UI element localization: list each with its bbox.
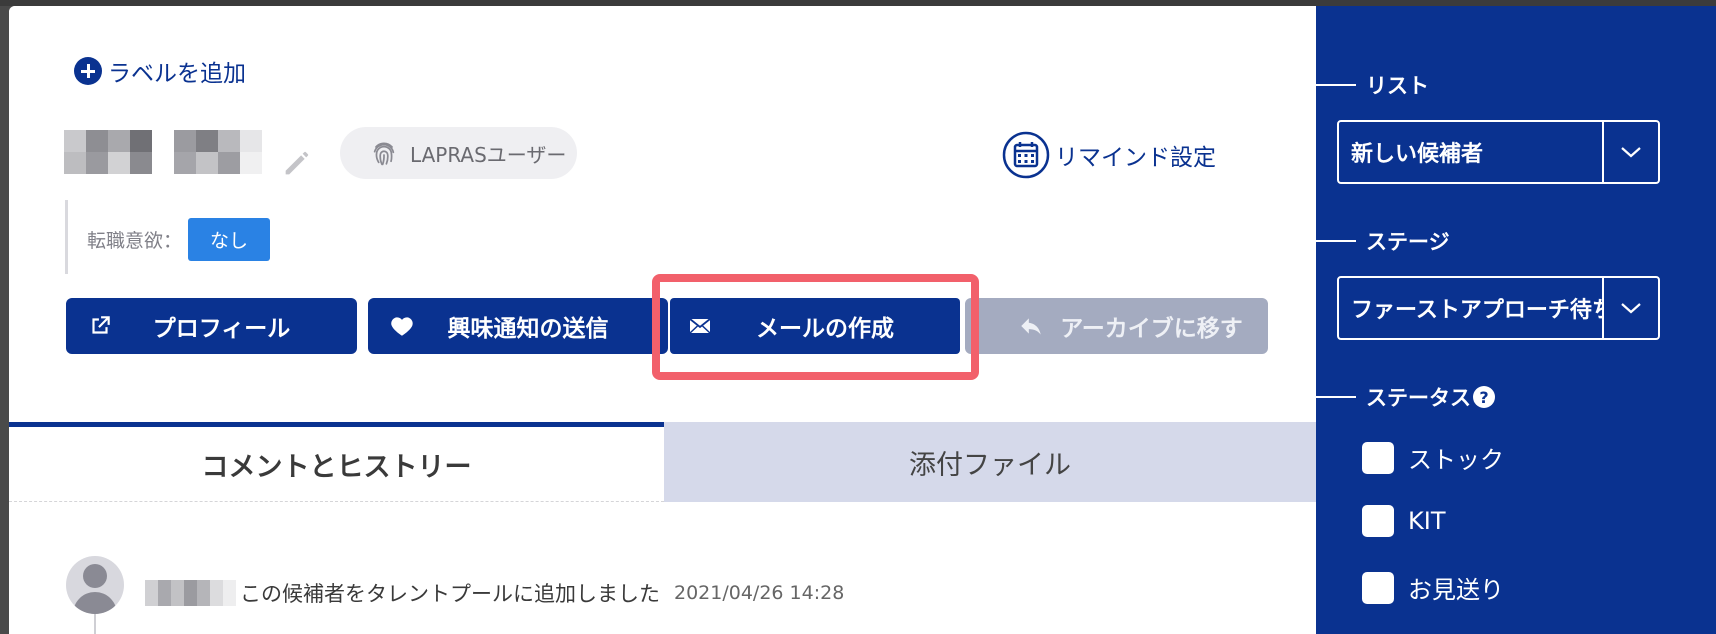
stage-heading: ステージ	[1316, 226, 1450, 256]
tab-comments-history-label: コメントとヒストリー	[201, 451, 472, 483]
stage-select[interactable]: ファーストアプローチ待ち	[1337, 276, 1660, 340]
list-heading-label: リスト	[1366, 74, 1429, 98]
remind-setting-label: リマインド設定	[1055, 145, 1216, 171]
mail-icon	[689, 318, 711, 334]
status-heading: ステータス ?	[1316, 382, 1495, 412]
list-heading: リスト	[1316, 70, 1429, 100]
candidate-main-panel: ラベルを追加 LAPRASユーザー リマインド設定 転職意欲： なし プロフィー…	[9, 6, 1316, 634]
help-question-icon[interactable]: ?	[1473, 386, 1495, 408]
send-interest-button[interactable]: 興味通知の送信	[368, 298, 668, 354]
stage-heading-label: ステージ	[1366, 230, 1450, 254]
avatar	[66, 556, 124, 614]
candidate-name-redacted-row2	[64, 152, 262, 174]
kit-checkbox[interactable]	[1362, 505, 1394, 537]
decline-checkbox[interactable]	[1362, 571, 1394, 604]
chevron-down-icon	[1602, 278, 1658, 338]
intent-divider	[65, 200, 68, 274]
user-name-redacted	[145, 580, 236, 606]
intent-label: 転職意欲：	[87, 230, 183, 252]
add-label-button[interactable]: ラベルを追加	[74, 54, 246, 88]
stock-checkbox[interactable]	[1362, 441, 1394, 474]
tab-attachments[interactable]: 添付ファイル	[664, 422, 1316, 502]
fingerprint-icon	[373, 142, 395, 166]
remind-setting-button[interactable]: リマインド設定	[1001, 130, 1216, 180]
lapras-chip-label: LAPRASユーザー	[410, 142, 567, 167]
history-timestamp: 2021/04/26 14:28	[674, 582, 845, 604]
tab-bar: コメントとヒストリー 添付ファイル	[9, 422, 1316, 502]
plus-circle-icon	[74, 57, 102, 85]
profile-button[interactable]: プロフィール	[66, 298, 357, 354]
history-thread-line	[94, 614, 96, 634]
tab-attachments-label: 添付ファイル	[909, 449, 1071, 481]
compose-mail-label: メールの作成	[756, 316, 894, 342]
status-heading-label: ステータス	[1366, 386, 1471, 410]
heart-icon	[391, 317, 413, 336]
kit-label: KIT	[1408, 507, 1446, 535]
calendar-icon	[1002, 131, 1050, 179]
edit-pencil-icon[interactable]	[280, 146, 314, 180]
decline-label: お見送り	[1408, 576, 1504, 604]
archive-button[interactable]: アーカイブに移す	[965, 298, 1268, 354]
archive-button-label: アーカイブに移す	[1060, 316, 1243, 342]
status-option-kit[interactable]: KIT	[1362, 505, 1445, 537]
compose-mail-button[interactable]: メールの作成	[670, 298, 960, 354]
candidate-modal: ラベルを追加 LAPRASユーザー リマインド設定 転職意欲： なし プロフィー…	[9, 6, 1716, 634]
reply-arrow-icon	[1021, 318, 1041, 335]
list-select[interactable]: 新しい候補者	[1337, 120, 1660, 184]
chevron-down-icon	[1602, 122, 1658, 182]
add-label-text: ラベルを追加	[108, 61, 246, 87]
stage-select-value: ファーストアプローチ待ち	[1351, 298, 1602, 323]
stock-label: ストック	[1408, 446, 1504, 474]
tab-comments-history[interactable]: コメントとヒストリー	[9, 422, 664, 502]
lapras-user-chip: LAPRASユーザー	[340, 127, 577, 179]
list-select-value: 新しい候補者	[1351, 142, 1484, 167]
status-option-stock[interactable]: ストック	[1362, 440, 1504, 475]
job-change-intent: 転職意欲： なし	[87, 218, 271, 261]
candidate-name-redacted	[64, 130, 262, 152]
external-link-icon	[92, 316, 110, 334]
intent-badge: なし	[188, 218, 271, 261]
status-option-decline[interactable]: お見送り	[1362, 570, 1504, 605]
history-text: この候補者をタレントプールに追加しました	[240, 582, 660, 606]
candidate-sidebar: リスト 新しい候補者 ステージ ファーストアプローチ待ち ステータス ? ストッ…	[1316, 6, 1716, 634]
history-item: この候補者をタレントプールに追加しました 2021/04/26 14:28	[145, 578, 844, 608]
